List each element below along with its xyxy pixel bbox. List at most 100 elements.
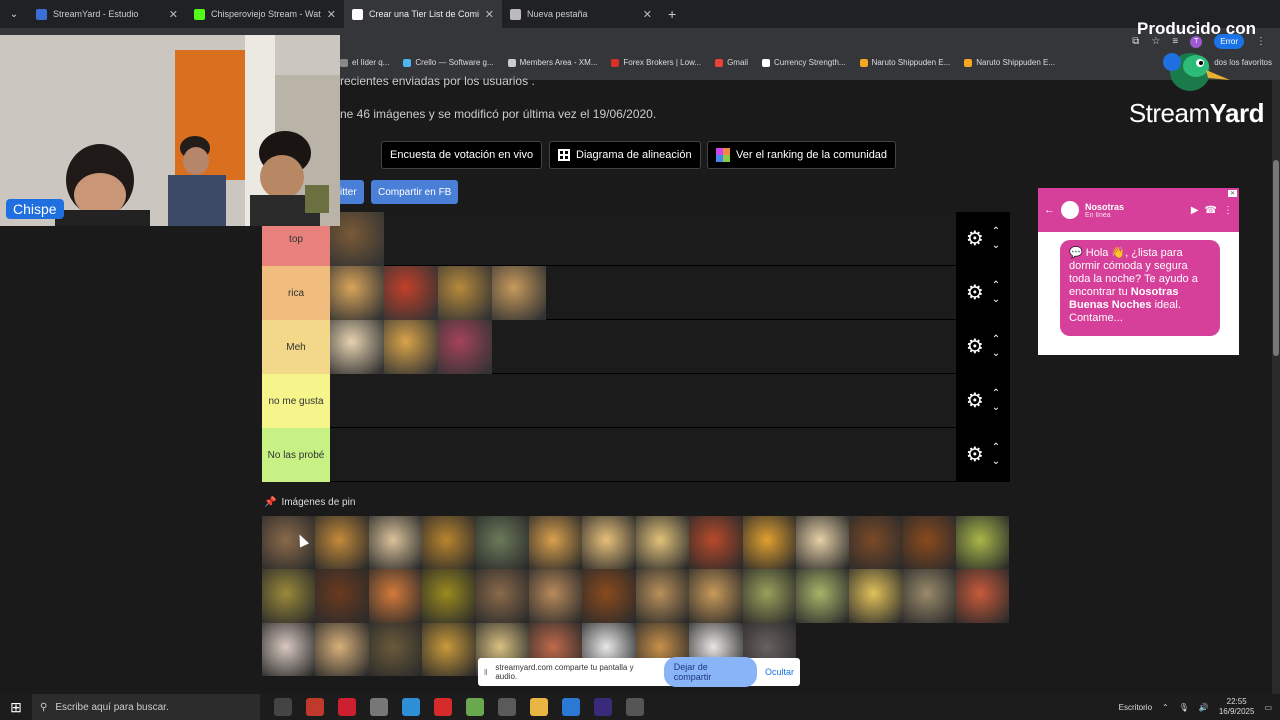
bookmark-item[interactable]: Currency Strength...: [761, 58, 846, 67]
pinned-food-image[interactable]: [795, 569, 850, 623]
browser-tab[interactable]: Nueva pestaña ✕: [502, 0, 660, 28]
pinned-food-image[interactable]: [582, 516, 636, 570]
gear-icon[interactable]: ⚙: [966, 391, 984, 411]
share-fb-button[interactable]: Compartir en FB: [371, 180, 459, 204]
pinned-food-image[interactable]: [528, 569, 583, 623]
tab-close-icon[interactable]: ✕: [169, 8, 178, 21]
pinned-food-image[interactable]: [368, 516, 423, 570]
pinned-food-image[interactable]: [582, 569, 636, 623]
chevron-up-icon[interactable]: ⌃: [1162, 703, 1169, 712]
pinned-food-image[interactable]: [422, 622, 476, 677]
pinned-food-image[interactable]: [689, 516, 743, 570]
browser-tab[interactable]: Crear una Tier List de Comidas ✕: [344, 0, 502, 28]
pinned-food-image[interactable]: [902, 569, 957, 623]
stop-sharing-button[interactable]: Dejar de compartir: [663, 657, 757, 687]
hide-notice-link[interactable]: Ocultar: [765, 667, 794, 677]
bookmark-item[interactable]: Gmail: [715, 58, 748, 67]
pinned-food-image[interactable]: [849, 569, 903, 623]
volume-icon[interactable]: 🔊: [1199, 703, 1209, 712]
file-explorer-icon[interactable]: [530, 698, 548, 716]
pinned-food-image[interactable]: [635, 516, 690, 570]
gear-icon[interactable]: ⚙: [966, 445, 984, 465]
task-view-icon[interactable]: [274, 698, 292, 716]
bookmark-item[interactable]: Naruto Shippuden E...: [859, 58, 950, 67]
tier-items[interactable]: [330, 320, 956, 374]
chevron-down-icon[interactable]: ⌄: [992, 349, 1000, 359]
chevron-down-icon[interactable]: ⌄: [992, 241, 1000, 251]
app-icon[interactable]: [306, 698, 324, 716]
live-poll-button[interactable]: Encuesta de votación en vivo: [381, 141, 543, 169]
notifications-icon[interactable]: ▭: [1264, 703, 1272, 712]
tier-items[interactable]: [330, 212, 956, 266]
pinned-food-image[interactable]: [795, 516, 850, 570]
food-image[interactable]: [384, 266, 438, 320]
chevron-down-icon[interactable]: ⌄: [992, 295, 1000, 305]
tier-label[interactable]: no me gusta: [262, 374, 330, 428]
chevron-up-icon[interactable]: ⌃: [992, 389, 1000, 399]
pinned-food-image[interactable]: [368, 569, 423, 623]
alignment-chart-button[interactable]: Diagrama de alineación: [549, 141, 701, 169]
pinned-food-image[interactable]: [689, 569, 743, 623]
pinned-food-image[interactable]: [262, 569, 316, 623]
community-ranking-button[interactable]: Ver el ranking de la comunidad: [707, 141, 897, 169]
browser-icon[interactable]: [562, 698, 580, 716]
chevron-down-icon[interactable]: ⌄: [992, 457, 1000, 467]
pinned-food-image[interactable]: [635, 569, 690, 623]
obs-icon[interactable]: [594, 698, 612, 716]
bookmark-item[interactable]: Naruto Shippuden E...: [964, 58, 1055, 67]
settings-icon[interactable]: [626, 698, 644, 716]
tier-label[interactable]: Meh: [262, 320, 330, 374]
tier-items[interactable]: [330, 266, 956, 320]
clock[interactable]: 22:55 16/9/2025: [1219, 697, 1255, 717]
food-image[interactable]: [438, 320, 492, 374]
tab-close-icon[interactable]: ✕: [327, 8, 336, 21]
tier-items[interactable]: [330, 428, 956, 481]
chevron-up-icon[interactable]: ⌃: [992, 443, 1000, 453]
opera-icon[interactable]: [338, 698, 356, 716]
desktop-label[interactable]: Escritorio: [1119, 703, 1152, 712]
pinned-food-image[interactable]: [475, 516, 529, 570]
chat-advertisement[interactable]: ← Nosotras En línea ▶ ☎ ⋮ 💬 Hola 👋, ¿lis…: [1038, 188, 1239, 355]
browser-tab[interactable]: StreamYard - Estudio ✕: [28, 0, 186, 28]
bookmark-item[interactable]: el líder q...: [340, 58, 389, 67]
taskbar-search-input[interactable]: ⚲ Escribe aquí para buscar.: [32, 694, 260, 720]
gear-icon[interactable]: ⚙: [966, 283, 984, 303]
pinned-food-image[interactable]: [742, 569, 796, 623]
pinned-food-image[interactable]: [475, 569, 529, 623]
tier-items[interactable]: [330, 374, 956, 427]
app-icon[interactable]: [402, 698, 420, 716]
food-image[interactable]: [384, 320, 438, 374]
browser-tab[interactable]: Chisperoviejo Stream - Watch L ✕: [186, 0, 344, 28]
bookmark-item[interactable]: Members Area - XM...: [507, 58, 597, 67]
chrome-icon[interactable]: [498, 698, 516, 716]
menu-icon[interactable]: ⋮: [1256, 36, 1266, 47]
bookmark-item[interactable]: Crello — Software g...: [403, 58, 494, 67]
windows-start-icon[interactable]: ⊞: [0, 699, 32, 716]
food-image[interactable]: [492, 266, 546, 320]
chevron-up-icon[interactable]: ⌃: [992, 281, 1000, 291]
ad-close-button[interactable]: ✕: [1227, 190, 1237, 197]
pinned-food-image[interactable]: [742, 516, 796, 570]
pinned-food-image[interactable]: [902, 516, 957, 570]
pinned-food-image[interactable]: [422, 569, 476, 623]
new-tab-button[interactable]: +: [660, 6, 684, 22]
opera-gx-icon[interactable]: [434, 698, 452, 716]
photos-icon[interactable]: [370, 698, 388, 716]
page-scrollbar[interactable]: [1272, 80, 1280, 694]
pinned-food-image[interactable]: [315, 516, 369, 570]
tab-search-button[interactable]: ⌄: [0, 0, 28, 28]
chevron-up-icon[interactable]: ⌃: [992, 227, 1000, 237]
tier-label[interactable]: No las probé: [262, 428, 330, 482]
pinned-food-image[interactable]: [956, 516, 1010, 570]
pinned-food-image[interactable]: [368, 622, 423, 677]
food-image[interactable]: [438, 266, 492, 320]
tier-label[interactable]: rica: [262, 266, 330, 320]
food-image[interactable]: [330, 266, 384, 320]
app-icon[interactable]: [466, 698, 484, 716]
food-image[interactable]: [330, 320, 384, 374]
chevron-down-icon[interactable]: ⌄: [992, 403, 1000, 413]
tab-close-icon[interactable]: ✕: [643, 8, 652, 21]
pinned-food-image[interactable]: [422, 516, 476, 570]
pinned-food-image[interactable]: [315, 569, 369, 623]
pinned-food-image[interactable]: [315, 622, 369, 677]
